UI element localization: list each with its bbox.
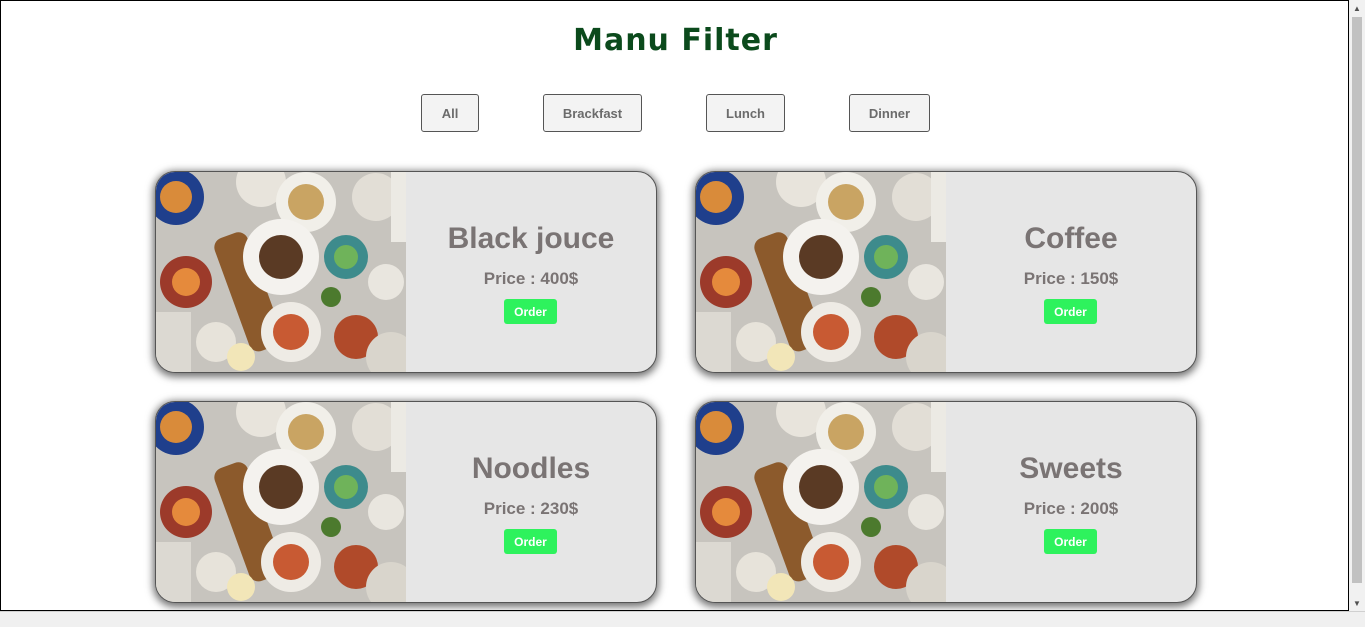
vertical-scrollbar[interactable]: ▲ ▼: [1349, 0, 1365, 611]
food-image: [156, 172, 406, 372]
card-info: Noodles Price : 230$ Order: [406, 402, 656, 602]
item-price: Price : 200$: [1023, 499, 1119, 518]
item-name: Coffee: [1024, 222, 1118, 255]
item-price: Price : 400$: [483, 269, 579, 288]
item-price: Price : 230$: [483, 499, 579, 518]
item-name: Noodles: [471, 452, 591, 485]
scroll-down-arrow-icon[interactable]: ▼: [1349, 595, 1365, 611]
menu-card-sweets: Sweets Price : 200$ Order: [695, 401, 1197, 603]
item-price: Price : 150$: [1023, 269, 1119, 288]
food-image: [156, 402, 406, 602]
scroll-thumb[interactable]: [1352, 17, 1362, 583]
order-button[interactable]: Order: [1044, 299, 1097, 324]
filter-dinner-button[interactable]: Dinner: [849, 94, 930, 132]
food-image: [696, 172, 946, 372]
order-button[interactable]: Order: [1044, 529, 1097, 554]
order-button[interactable]: Order: [504, 299, 557, 324]
order-button[interactable]: Order: [504, 529, 557, 554]
item-name: Black jouce: [447, 222, 615, 255]
menu-card-black-jouce: Black jouce Price : 400$ Order: [155, 171, 657, 373]
filter-lunch-button[interactable]: Lunch: [706, 94, 785, 132]
scroll-up-arrow-icon[interactable]: ▲: [1349, 0, 1365, 16]
card-info: Coffee Price : 150$ Order: [946, 172, 1196, 372]
item-name: Sweets: [1019, 452, 1123, 485]
menu-card-noodles: Noodles Price : 230$ Order: [155, 401, 657, 603]
menu-card-coffee: Coffee Price : 150$ Order: [695, 171, 1197, 373]
food-image: [696, 402, 946, 602]
page-title: Manu Filter: [573, 23, 778, 58]
card-info: Black jouce Price : 400$ Order: [406, 172, 656, 372]
page-viewport: Manu Filter All Brackfast Lunch Dinner B…: [0, 0, 1349, 611]
filter-brackfast-button[interactable]: Brackfast: [543, 94, 642, 132]
bottom-edge: [0, 611, 1365, 627]
card-info: Sweets Price : 200$ Order: [946, 402, 1196, 602]
filter-all-button[interactable]: All: [421, 94, 479, 132]
